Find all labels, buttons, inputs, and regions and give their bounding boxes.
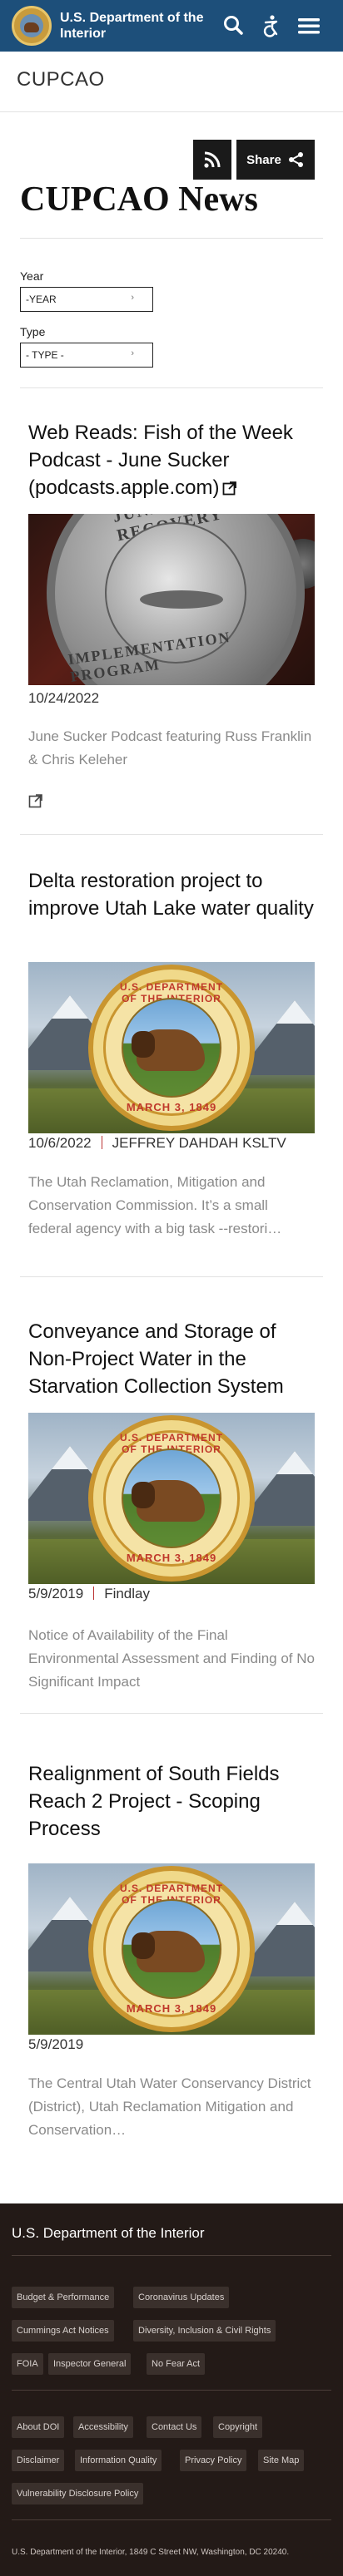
page-title: CUPCAO News bbox=[20, 180, 258, 219]
footer-link[interactable]: Inspector General bbox=[48, 2353, 132, 2375]
bison-head bbox=[132, 1932, 155, 1959]
chevron-right-icon: › bbox=[131, 293, 134, 303]
article-date: 10/24/2022 bbox=[28, 690, 100, 706]
article-title-link[interactable]: Web Reads: Fish of the Week Podcast - Ju… bbox=[28, 419, 315, 501]
site-footer: U.S. Department of the Interior Budget &… bbox=[0, 2203, 343, 2576]
search-icon[interactable] bbox=[221, 13, 246, 38]
footer-link[interactable]: Privacy Policy bbox=[180, 2450, 247, 2471]
article-description: June Sucker Podcast featuring Russ Frank… bbox=[28, 728, 312, 767]
footer-title[interactable]: U.S. Department of the Interior bbox=[12, 2225, 205, 2242]
year-filter-label: Year bbox=[20, 269, 44, 283]
doi-seal: U.S. DEPARTMENT OF THE INTERIOR MARCH 3,… bbox=[88, 1866, 255, 2032]
article-description: The Utah Reclamation, Mitigation and Con… bbox=[28, 1174, 282, 1236]
article-date: 5/9/2019 bbox=[28, 2036, 84, 2052]
divider bbox=[0, 111, 343, 112]
rss-button[interactable] bbox=[193, 140, 231, 180]
footer-link[interactable]: About DOI bbox=[12, 2416, 65, 2438]
coin: JUNE SUCKER RECOVERY IMPLEMENTATION PROG… bbox=[47, 514, 305, 685]
news-article: Conveyance and Storage of Non-Project Wa… bbox=[28, 1318, 315, 1700]
chevron-right-icon: › bbox=[131, 348, 134, 358]
top-navigation-bar: U.S. Department of the Interior bbox=[0, 0, 343, 52]
article-title[interactable]: Realignment of South Fields Reach 2 Proj… bbox=[28, 1760, 315, 1843]
share-icon bbox=[288, 152, 303, 167]
external-link-icon bbox=[223, 481, 237, 496]
accessibility-icon[interactable] bbox=[258, 13, 283, 38]
type-filter-label: Type bbox=[20, 325, 46, 338]
footer-link[interactable]: FOIA bbox=[12, 2353, 43, 2375]
article-image-doi-seal[interactable]: U.S. DEPARTMENT OF THE INTERIOR MARCH 3,… bbox=[28, 1413, 315, 1584]
footer-link[interactable]: Accessibility bbox=[73, 2416, 133, 2438]
external-link-icon[interactable] bbox=[28, 793, 43, 808]
bison-head bbox=[132, 1482, 155, 1508]
divider bbox=[12, 2519, 331, 2520]
bison-head bbox=[132, 1031, 155, 1058]
fish-engraving bbox=[140, 590, 223, 609]
article-source: JEFFREY DAHDAH KSLTV bbox=[112, 1135, 286, 1151]
footer-link[interactable]: Disclaimer bbox=[12, 2450, 65, 2471]
snow-cap bbox=[52, 1897, 88, 1920]
article-date: 10/6/2022 bbox=[28, 1135, 92, 1151]
divider bbox=[20, 1276, 323, 1277]
doi-seal: U.S. DEPARTMENT OF THE INTERIOR MARCH 3,… bbox=[88, 965, 255, 1131]
seal-text-bottom: MARCH 3, 1849 bbox=[126, 1101, 217, 1113]
site-name[interactable]: CUPCAO bbox=[17, 68, 105, 91]
article-image-doi-seal[interactable]: U.S. DEPARTMENT OF THE INTERIOR MARCH 3,… bbox=[28, 1863, 315, 2035]
type-select-value: - TYPE - bbox=[26, 349, 64, 361]
divider bbox=[12, 2255, 331, 2256]
meta-separator bbox=[93, 1587, 95, 1600]
article-description: The Central Utah Water Conservancy Distr… bbox=[28, 2075, 311, 2138]
bison-mark bbox=[24, 22, 39, 32]
footer-link[interactable]: Copyright bbox=[213, 2416, 263, 2438]
divider bbox=[20, 387, 323, 388]
divider bbox=[12, 2390, 331, 2391]
article-title[interactable]: Delta restoration project to improve Uta… bbox=[28, 867, 315, 922]
footer-link[interactable]: Cummings Act Notices bbox=[12, 2320, 114, 2342]
article-title[interactable]: Web Reads: Fish of the Week Podcast - Ju… bbox=[28, 422, 293, 499]
footer-address: U.S. Department of the Interior, 1849 C … bbox=[12, 2548, 290, 2557]
article-meta: 10/6/2022 JEFFREY DAHDAH KSLTV bbox=[28, 1135, 286, 1152]
doi-seal: U.S. DEPARTMENT OF THE INTERIOR MARCH 3,… bbox=[88, 1415, 255, 1582]
footer-link[interactable]: Coronavirus Updates bbox=[133, 2287, 230, 2308]
doi-seal-logo[interactable] bbox=[12, 6, 52, 46]
article-image-coin[interactable]: JUNE SUCKER RECOVERY IMPLEMENTATION PROG… bbox=[28, 514, 315, 685]
news-article: Web Reads: Fish of the Week Podcast - Ju… bbox=[28, 419, 315, 818]
agency-name[interactable]: U.S. Department of the Interior bbox=[60, 10, 218, 42]
type-select[interactable]: - TYPE - › bbox=[20, 343, 153, 368]
article-source: Findlay bbox=[104, 1586, 150, 1601]
footer-link[interactable]: Vulnerability Disclosure Policy bbox=[12, 2483, 144, 2504]
footer-link[interactable]: Site Map bbox=[258, 2450, 305, 2471]
footer-link[interactable]: Information Quality bbox=[75, 2450, 162, 2471]
share-button[interactable]: Share bbox=[236, 140, 315, 180]
footer-link[interactable]: Contact Us bbox=[147, 2416, 202, 2438]
year-select[interactable]: -YEAR › bbox=[20, 287, 153, 312]
hamburger-menu-icon[interactable] bbox=[296, 13, 321, 38]
seal-text-bottom: MARCH 3, 1849 bbox=[126, 2002, 217, 2015]
footer-link[interactable]: No Fear Act bbox=[147, 2353, 206, 2375]
article-meta: 5/9/2019 Findlay bbox=[28, 1586, 150, 1602]
footer-link[interactable]: Diversity, Inclusion & Civil Rights bbox=[133, 2320, 276, 2342]
article-image-doi-seal[interactable]: U.S. DEPARTMENT OF THE INTERIOR MARCH 3,… bbox=[28, 962, 315, 1133]
footer-link[interactable]: Budget & Performance bbox=[12, 2287, 115, 2308]
snow-cap bbox=[52, 1446, 88, 1469]
article-date: 5/9/2019 bbox=[28, 1586, 84, 1601]
share-label: Share bbox=[246, 152, 281, 167]
snow-cap bbox=[276, 1451, 313, 1474]
news-article: Realignment of South Fields Reach 2 Proj… bbox=[28, 1760, 315, 2151]
snow-cap bbox=[276, 1000, 313, 1024]
snow-cap bbox=[52, 995, 88, 1019]
article-title[interactable]: Conveyance and Storage of Non-Project Wa… bbox=[28, 1318, 315, 1400]
seal-text-bottom: MARCH 3, 1849 bbox=[126, 1552, 217, 1564]
divider bbox=[20, 834, 323, 835]
divider bbox=[20, 1713, 323, 1714]
news-article: Delta restoration project to improve Uta… bbox=[28, 867, 315, 1258]
rss-icon bbox=[204, 151, 221, 168]
year-select-value: -YEAR bbox=[26, 294, 57, 305]
article-description: Notice of Availability of the Final Envi… bbox=[28, 1627, 315, 1690]
divider bbox=[20, 238, 323, 239]
snow-cap bbox=[276, 1902, 313, 1925]
